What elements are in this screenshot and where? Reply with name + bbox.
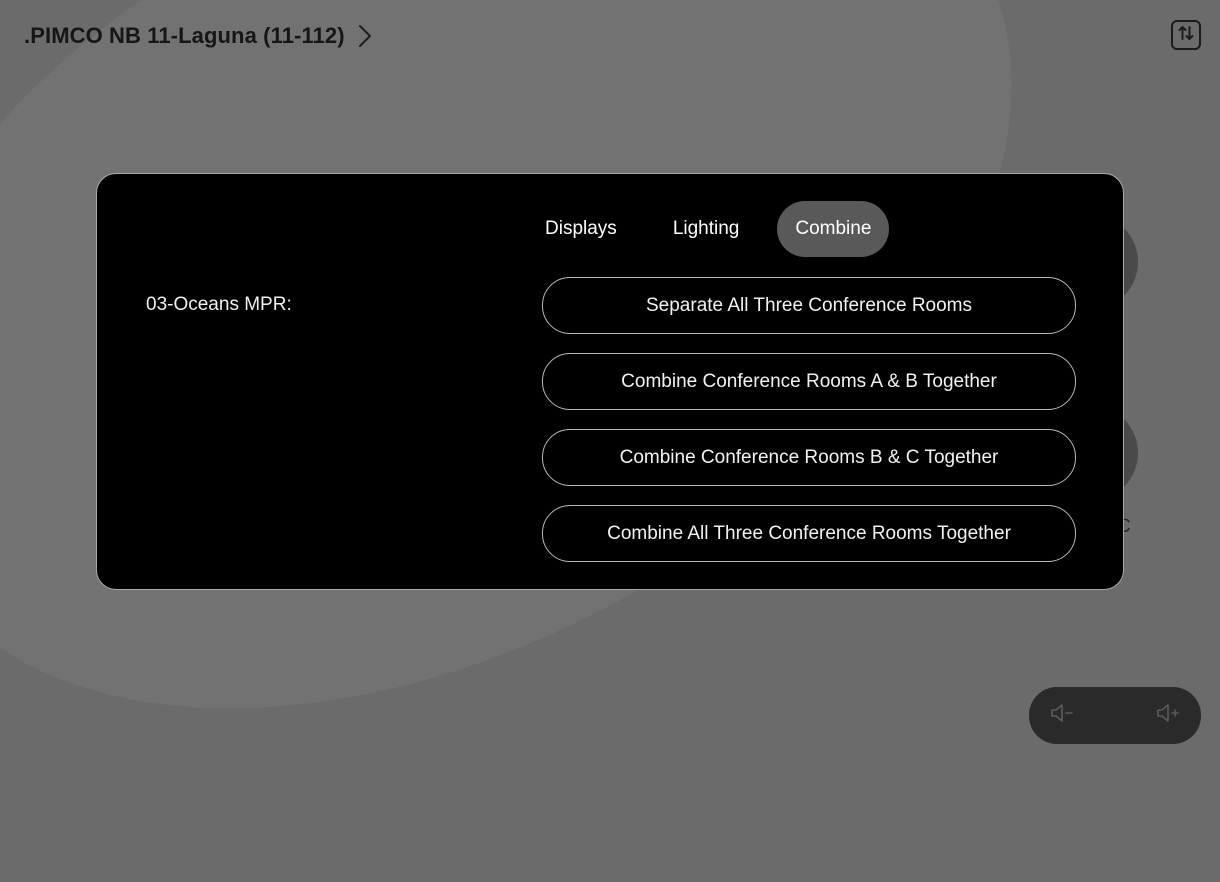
tab-combine[interactable]: Combine: [777, 201, 890, 257]
combine-all-rooms-button[interactable]: Combine All Three Conference Rooms Toget…: [542, 505, 1076, 562]
room-label: 03-Oceans MPR:: [146, 294, 292, 315]
room-title: .PIMCO NB 11-Laguna (11-112): [24, 23, 345, 48]
separate-all-rooms-button[interactable]: Separate All Three Conference Rooms: [542, 277, 1076, 334]
volume-up-icon: [1155, 700, 1181, 731]
volume-down-icon: [1049, 700, 1075, 731]
modal-tabs: Displays Lighting Combine: [527, 201, 890, 257]
combine-b-c-button[interactable]: Combine Conference Rooms B & C Together: [542, 429, 1076, 486]
volume-down-button[interactable]: [1049, 703, 1075, 729]
combine-a-b-button[interactable]: Combine Conference Rooms A & B Together: [542, 353, 1076, 410]
room-header[interactable]: .PIMCO NB 11-Laguna (11-112): [24, 20, 373, 52]
volume-control: [1029, 687, 1201, 744]
room-control-modal: Displays Lighting Combine 03-Oceans MPR:…: [96, 173, 1124, 590]
combine-options: Separate All Three Conference Rooms Comb…: [542, 277, 1076, 581]
volume-up-button[interactable]: [1155, 703, 1181, 729]
sort-toggle-button[interactable]: [1171, 20, 1201, 50]
tab-lighting[interactable]: Lighting: [655, 201, 758, 257]
tab-displays[interactable]: Displays: [527, 201, 635, 257]
chevron-right-icon: [357, 23, 373, 49]
sort-arrows-icon: [1177, 24, 1195, 47]
